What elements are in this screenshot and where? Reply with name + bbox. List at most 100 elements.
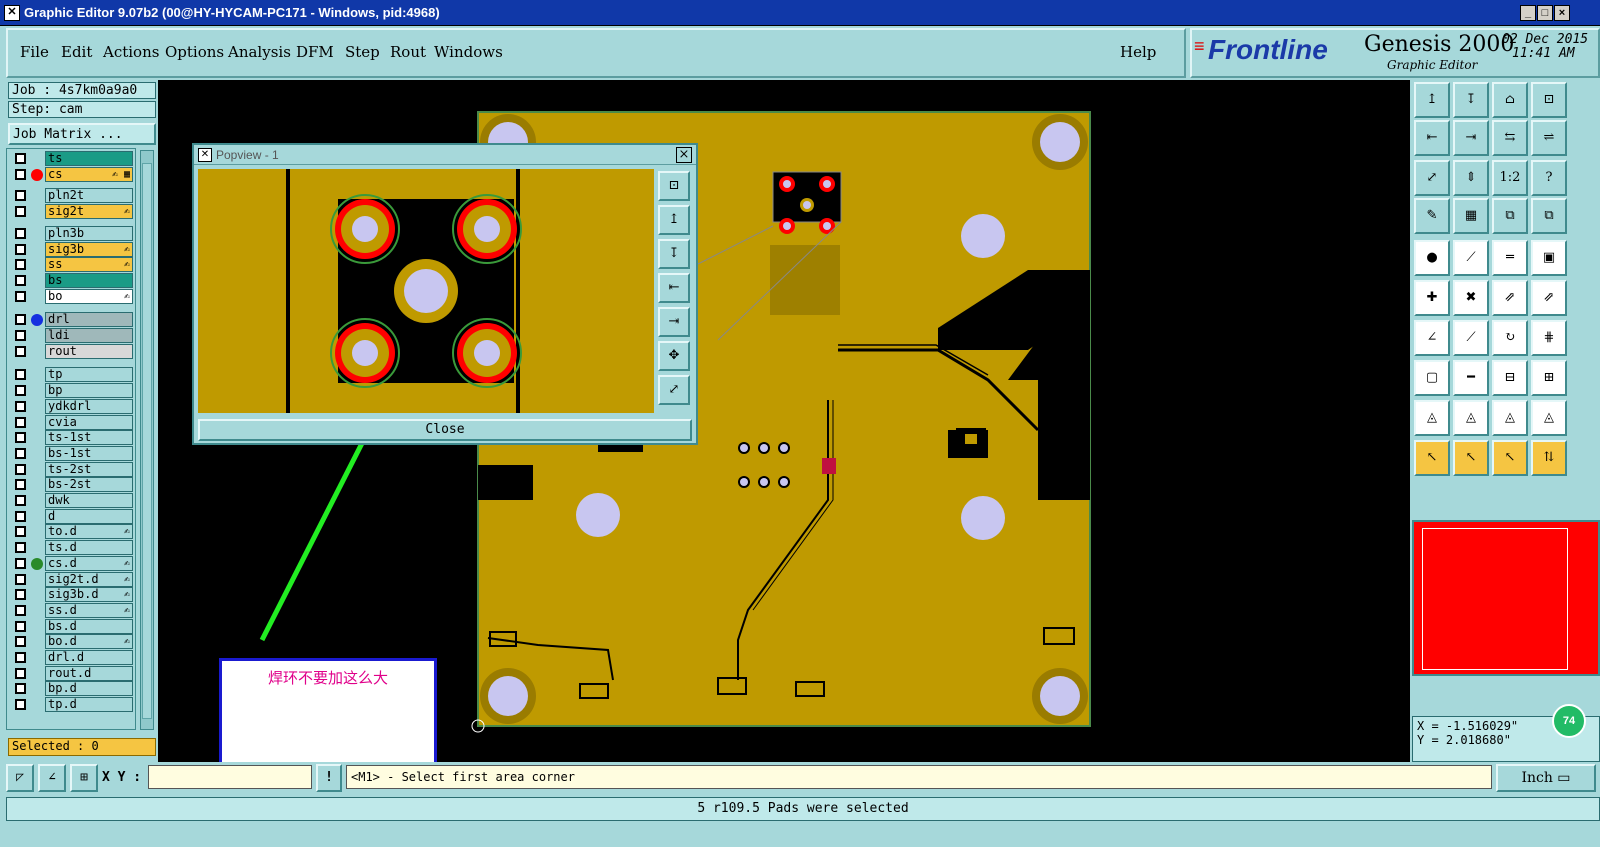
layer-checkbox[interactable] bbox=[15, 636, 26, 648]
tool-button-32-icon[interactable]: ⊞ bbox=[1531, 360, 1567, 396]
layer-row-rout-d[interactable]: rout.d bbox=[7, 665, 135, 682]
layer-row-ydkdrl[interactable]: ydkdrl bbox=[7, 398, 135, 415]
layer-checkbox[interactable] bbox=[15, 667, 26, 679]
xy-input[interactable] bbox=[148, 765, 312, 789]
layer-name[interactable]: cs ✍ ▦ bbox=[45, 166, 133, 182]
layer-row-tp-d[interactable]: tp.d bbox=[7, 697, 135, 713]
layer-row-sig2t[interactable]: sig2t ✍ bbox=[7, 204, 135, 220]
layer-name[interactable]: ts-2st bbox=[45, 461, 133, 477]
tool-button-10-icon[interactable]: ⇕ bbox=[1453, 160, 1489, 196]
tool-button-1-icon[interactable]: ↥ bbox=[1414, 82, 1450, 118]
layer-name[interactable]: bs.d bbox=[45, 618, 133, 634]
layer-name[interactable]: cs.d ✍ bbox=[45, 555, 133, 571]
layer-name[interactable]: tp bbox=[45, 367, 133, 383]
layer-row-drl-d[interactable]: drl.d bbox=[7, 650, 135, 666]
layer-name[interactable]: drl.d bbox=[45, 650, 133, 665]
layer-row-d[interactable]: d bbox=[7, 508, 135, 525]
layer-checkbox[interactable] bbox=[15, 447, 26, 459]
tool-button-7-icon[interactable]: ⇆ bbox=[1492, 120, 1528, 156]
tool-button-26-icon[interactable]: ⟋ bbox=[1453, 320, 1489, 356]
tool-button-24-icon[interactable]: ⇗ bbox=[1531, 280, 1567, 316]
tool-button-28-icon[interactable]: ⋕ bbox=[1531, 320, 1567, 356]
tool-button-2-icon[interactable]: ↧ bbox=[1453, 82, 1489, 118]
popview-zoom-out-icon[interactable]: ⤢ bbox=[658, 375, 690, 405]
tool-button-13-icon[interactable]: ✎ bbox=[1414, 198, 1450, 234]
layer-name[interactable]: sig2t ✍ bbox=[45, 204, 133, 220]
popview-canvas[interactable] bbox=[198, 169, 654, 413]
layer-checkbox[interactable] bbox=[15, 526, 26, 538]
layer-row-ts-d[interactable]: ts.d bbox=[7, 540, 135, 556]
layer-checkbox[interactable] bbox=[15, 330, 26, 341]
popview-pan-down-icon[interactable]: ↧ bbox=[658, 239, 690, 269]
layer-checkbox[interactable] bbox=[15, 620, 26, 632]
layer-name[interactable]: to.d ✍ bbox=[45, 524, 133, 540]
layer-row-pln2t[interactable]: pln2t bbox=[7, 188, 135, 204]
layer-row-ss-d[interactable]: ss.d ✍ bbox=[7, 602, 135, 619]
tool-button-27-icon[interactable]: ↻ bbox=[1492, 320, 1528, 356]
layer-checkbox[interactable] bbox=[15, 652, 26, 663]
area-select-icon[interactable]: ◸ bbox=[6, 764, 34, 792]
menu-windows[interactable]: Windows bbox=[434, 43, 503, 61]
layer-checkbox[interactable] bbox=[15, 259, 26, 271]
tool-button-14-icon[interactable]: ▦ bbox=[1453, 198, 1489, 234]
layer-row-bp-d[interactable]: bp.d bbox=[7, 681, 135, 697]
tool-button-30-icon[interactable]: ━ bbox=[1453, 360, 1489, 396]
menu-edit[interactable]: Edit bbox=[61, 43, 92, 61]
layer-name[interactable]: bs bbox=[45, 272, 133, 288]
layer-row-to-d[interactable]: to.d ✍ bbox=[7, 524, 135, 540]
layer-checkbox[interactable] bbox=[15, 227, 26, 239]
layer-name[interactable]: drl bbox=[45, 312, 133, 328]
tool-button-37-icon[interactable]: ↖ bbox=[1414, 440, 1450, 476]
layer-name[interactable]: sig3b ✍ bbox=[45, 241, 133, 257]
alert-button[interactable]: ! bbox=[316, 764, 342, 792]
layer-row-ts[interactable]: ts bbox=[7, 151, 135, 167]
tool-button-5-icon[interactable]: ⇤ bbox=[1414, 120, 1450, 156]
layer-name[interactable]: sig2t.d ✍ bbox=[45, 571, 133, 587]
layer-row-cs[interactable]: cs ✍ ▦ bbox=[7, 166, 135, 183]
menu-options[interactable]: Options bbox=[165, 43, 224, 61]
layer-row-cs-d[interactable]: cs.d ✍ bbox=[7, 555, 135, 572]
tool-button-34-icon[interactable]: ◬ bbox=[1453, 400, 1489, 436]
tool-button-25-icon[interactable]: ∠ bbox=[1414, 320, 1450, 356]
layer-row-sig3b-d[interactable]: sig3b.d ✍ bbox=[7, 587, 135, 603]
popview-pan-up-icon[interactable]: ↥ bbox=[658, 205, 690, 235]
layer-name[interactable]: d bbox=[45, 508, 133, 524]
layer-checkbox[interactable] bbox=[15, 385, 26, 397]
menu-analysis[interactable]: Analysis bbox=[228, 43, 291, 61]
layer-checkbox[interactable] bbox=[15, 463, 26, 475]
layer-row-ts-2st[interactable]: ts-2st bbox=[7, 461, 135, 478]
tool-button-40-icon[interactable]: ⇅ bbox=[1531, 440, 1567, 476]
layer-name[interactable]: bo ✍ bbox=[45, 288, 133, 304]
layer-row-bo[interactable]: bo ✍ bbox=[7, 288, 135, 305]
angle-icon[interactable]: ∠ bbox=[38, 764, 66, 792]
layer-name[interactable]: pln3b bbox=[45, 225, 133, 241]
layer-row-sig2t-d[interactable]: sig2t.d ✍ bbox=[7, 571, 135, 588]
popview-pan-right-icon[interactable]: ⇥ bbox=[658, 307, 690, 337]
unit-selector[interactable]: Inch ▭ bbox=[1496, 764, 1596, 792]
layer-name[interactable]: rout bbox=[45, 343, 133, 359]
layer-scrollbar[interactable] bbox=[140, 150, 154, 730]
layer-name[interactable]: ts-1st bbox=[45, 430, 133, 446]
layer-checkbox[interactable] bbox=[15, 510, 26, 522]
layer-row-cvia[interactable]: cvia bbox=[7, 414, 135, 431]
layer-row-ss[interactable]: ss ✍ bbox=[7, 257, 135, 273]
tool-button-35-icon[interactable]: ◬ bbox=[1492, 400, 1528, 436]
menu-file[interactable]: File bbox=[20, 43, 49, 61]
layer-checkbox[interactable] bbox=[15, 369, 26, 381]
layer-name[interactable]: sig3b.d ✍ bbox=[45, 587, 133, 603]
tool-button-11-icon[interactable]: 1:2 bbox=[1492, 160, 1528, 196]
layer-row-ts-1st[interactable]: ts-1st bbox=[7, 430, 135, 446]
layer-name[interactable]: ldi bbox=[45, 328, 133, 343]
menu-rout[interactable]: Rout bbox=[390, 43, 426, 61]
tool-button-21-icon[interactable]: ✚ bbox=[1414, 280, 1450, 316]
tool-button-16-icon[interactable]: ⧉ bbox=[1531, 198, 1567, 234]
popview-zoom-in-icon[interactable]: ✥ bbox=[658, 341, 690, 371]
layer-checkbox[interactable] bbox=[15, 168, 26, 180]
layer-checkbox[interactable] bbox=[15, 557, 26, 569]
job-matrix-button[interactable]: Job Matrix ... bbox=[8, 123, 156, 145]
layer-name[interactable]: ss.d ✍ bbox=[45, 602, 133, 618]
layer-checkbox[interactable] bbox=[15, 604, 26, 616]
layer-name[interactable]: ts.d bbox=[45, 540, 133, 556]
layer-checkbox[interactable] bbox=[15, 699, 26, 711]
layer-row-rout[interactable]: rout bbox=[7, 343, 135, 360]
